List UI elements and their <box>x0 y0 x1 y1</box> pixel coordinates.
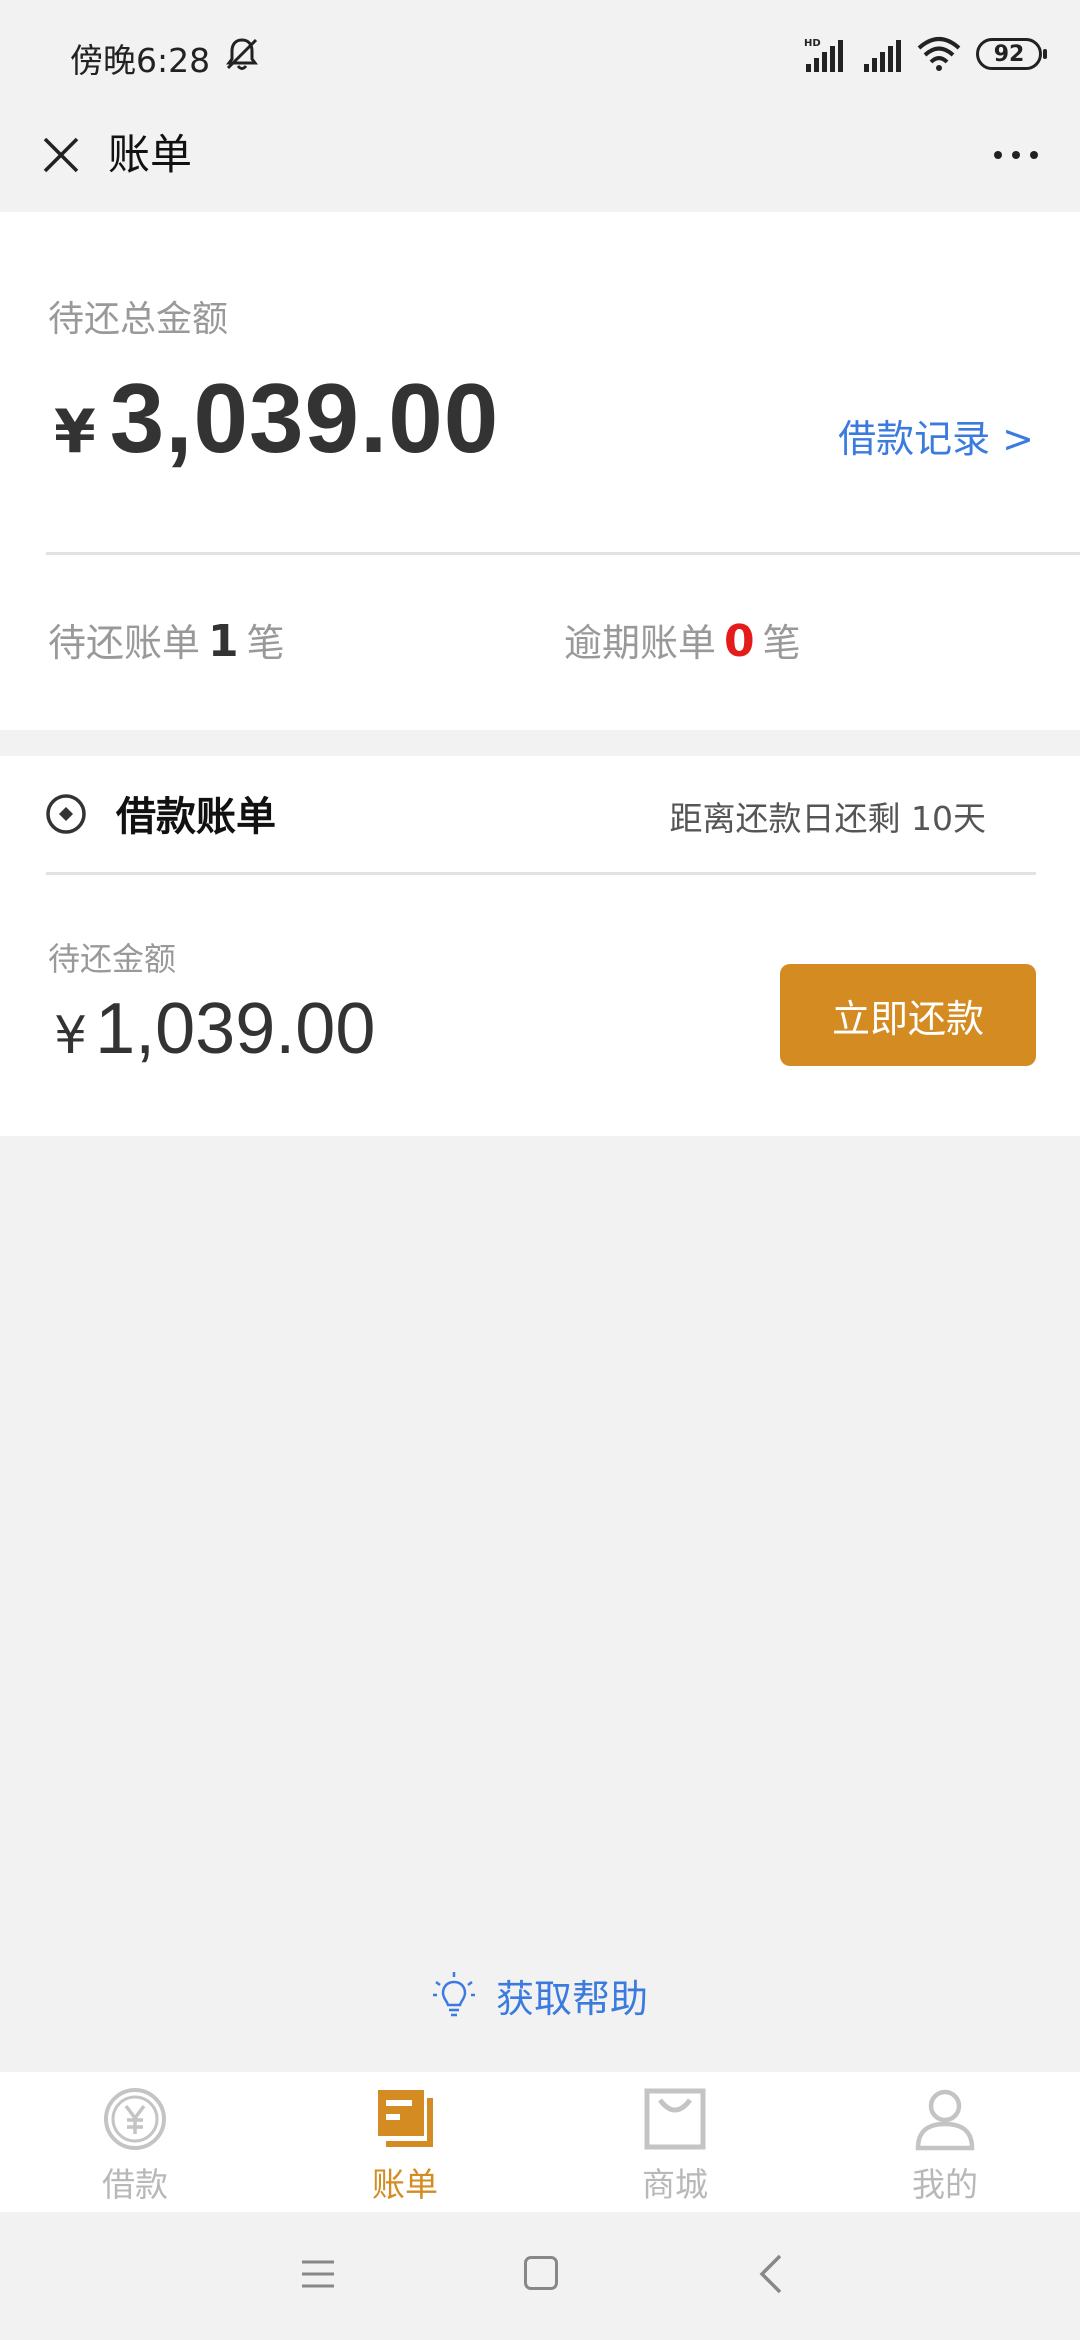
menu-icon[interactable] <box>300 2254 336 2294</box>
overdue-bills-count: 逾期账单 0 笔 <box>564 612 801 667</box>
status-time: 傍晚6:28 <box>70 41 211 80</box>
dot-icon <box>1030 151 1038 159</box>
wifi-icon <box>917 37 961 71</box>
person-icon <box>915 2089 975 2151</box>
status-bar: 傍晚6:28 HD 92 <box>0 0 1080 100</box>
bill-due-value: 1,039.00 <box>95 989 376 1069</box>
tab-label: 我的 <box>912 2165 978 2204</box>
tab-mall[interactable]: 商城 <box>540 2072 810 2212</box>
loan-record-link[interactable]: 借款记录 > <box>838 408 1034 463</box>
divider <box>46 872 1036 875</box>
close-icon <box>43 137 79 173</box>
get-help-link[interactable]: 获取帮助 <box>0 1960 1080 2030</box>
tab-bill[interactable]: 账单 <box>270 2072 540 2212</box>
tab-loan[interactable]: 借款 <box>0 2072 270 2212</box>
status-indicators: HD 92 <box>804 34 1047 74</box>
loan-bill-title: 借款账单 <box>116 794 276 840</box>
overdue-suffix: 笔 <box>762 621 801 665</box>
repay-now-button[interactable]: 立即还款 <box>780 964 1036 1066</box>
dot-icon <box>1012 151 1020 159</box>
pending-count-value: 1 <box>208 616 239 667</box>
days-until-due: 距离还款日还剩 10天 <box>669 799 986 838</box>
shopping-bag-icon <box>644 2088 706 2150</box>
get-help-label: 获取帮助 <box>495 1976 648 2021</box>
home-icon[interactable] <box>524 2256 558 2290</box>
bill-due-label: 待还金额 <box>48 940 177 978</box>
bottom-tab-bar: 借款 账单 商城 我的 <box>0 2072 1080 2212</box>
page-title: 账单 <box>108 130 193 179</box>
battery-indicator: 92 <box>976 38 1047 70</box>
divider <box>46 552 1080 555</box>
close-button[interactable] <box>28 122 94 188</box>
coin-icon <box>46 794 86 834</box>
bell-muted-icon <box>226 38 258 70</box>
total-due-label: 待还总金额 <box>48 299 229 340</box>
bill-due-amount: ¥ 1,039.00 <box>54 988 375 1070</box>
hd-signal-icon: HD <box>804 38 843 72</box>
tab-label: 商城 <box>642 2165 708 2204</box>
bill-icon <box>378 2090 433 2147</box>
header: 账单 <box>0 100 1080 210</box>
back-icon[interactable] <box>756 2252 786 2296</box>
total-due-amount: ¥ 3,039.00 <box>54 362 499 475</box>
signal-icon <box>864 40 901 72</box>
more-options-button[interactable] <box>976 122 1056 188</box>
summary-card: 待还总金额 ¥ 3,039.00 借款记录 > 待还账单 1 笔 逾期账单 0 … <box>0 212 1080 730</box>
tab-label: 账单 <box>372 2165 438 2204</box>
dot-icon <box>994 151 1002 159</box>
svg-text:HD: HD <box>804 38 821 49</box>
currency-symbol: ¥ <box>54 397 96 467</box>
system-nav-bar <box>0 2212 1080 2340</box>
loan-bill-card[interactable]: 借款账单 距离还款日还剩 10天 待还金额 ¥ 1,039.00 立即还款 <box>0 756 1080 1136</box>
overdue-prefix: 逾期账单 <box>564 621 717 665</box>
lightbulb-icon <box>432 1972 475 2017</box>
pending-suffix: 笔 <box>246 621 285 665</box>
tab-label: 借款 <box>102 2165 168 2204</box>
tab-mine[interactable]: 我的 <box>810 2072 1080 2212</box>
pending-bills-count: 待还账单 1 笔 <box>48 612 285 667</box>
currency-symbol: ¥ <box>54 1006 88 1066</box>
yen-coin-icon <box>104 2088 166 2150</box>
total-due-value: 3,039.00 <box>109 363 500 473</box>
overdue-count-value: 0 <box>724 616 755 667</box>
pending-prefix: 待还账单 <box>48 621 201 665</box>
